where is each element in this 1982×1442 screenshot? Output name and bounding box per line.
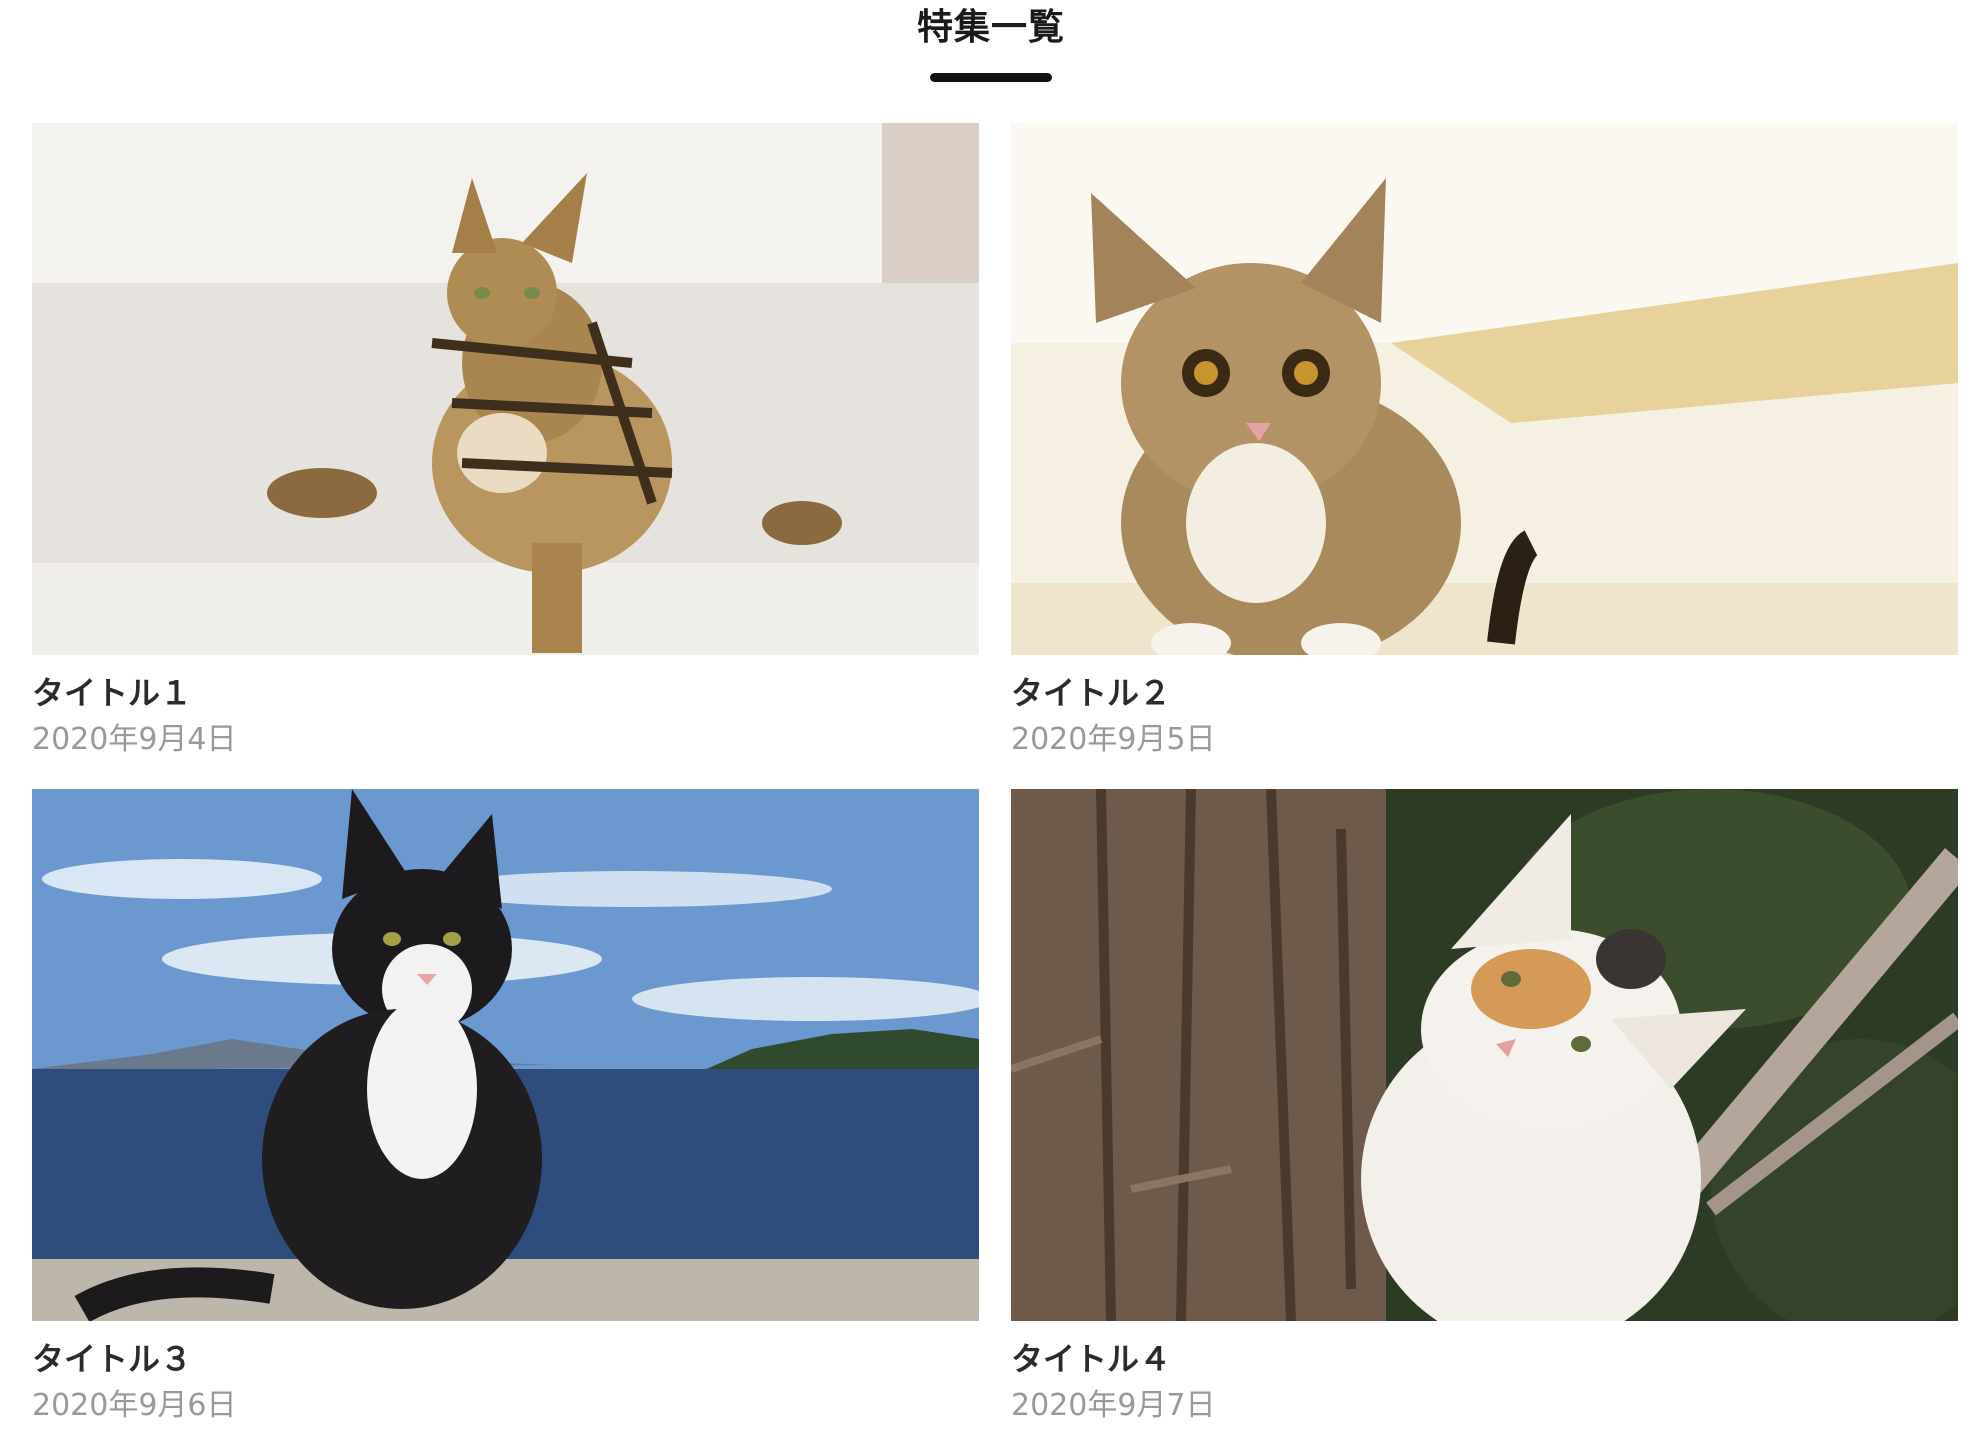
tabby-kitten-image xyxy=(1011,123,1958,655)
feature-card-4[interactable]: タイトル４ 2020年9月7日 xyxy=(1011,789,1958,1425)
card-3-date: 2020年9月6日 xyxy=(32,1388,237,1423)
page-title: 特集一覧 xyxy=(916,7,1065,48)
card-2-thumbnail[interactable] xyxy=(1011,123,1958,655)
card-4-title[interactable]: タイトル４ xyxy=(1011,1339,1958,1379)
title-underline xyxy=(930,73,1052,82)
feature-card-1[interactable]: タイトル１ 2020年9月4日 xyxy=(32,123,979,759)
black-white-cat-image xyxy=(32,789,979,1321)
bengal-cat-image xyxy=(32,123,979,655)
calico-cat-image xyxy=(1011,789,1958,1321)
page-header: 特集一覧 xyxy=(0,0,1982,82)
card-4-date: 2020年9月7日 xyxy=(1011,1388,1216,1423)
card-1-title[interactable]: タイトル１ xyxy=(32,673,979,713)
card-4-thumbnail[interactable] xyxy=(1011,789,1958,1321)
feature-card-3[interactable]: タイトル３ 2020年9月6日 xyxy=(32,789,979,1425)
feature-card-2[interactable]: タイトル２ 2020年9月5日 xyxy=(1011,123,1958,759)
card-3-title[interactable]: タイトル３ xyxy=(32,1339,979,1379)
card-3-thumbnail[interactable] xyxy=(32,789,979,1321)
card-1-date: 2020年9月4日 xyxy=(32,722,237,757)
card-1-thumbnail[interactable] xyxy=(32,123,979,655)
card-2-date: 2020年9月5日 xyxy=(1011,722,1216,757)
feature-grid: タイトル１ 2020年9月4日 タイトル２ 2020年9月5日 タイトル３ 20… xyxy=(32,123,1958,1425)
card-2-title[interactable]: タイトル２ xyxy=(1011,673,1958,713)
